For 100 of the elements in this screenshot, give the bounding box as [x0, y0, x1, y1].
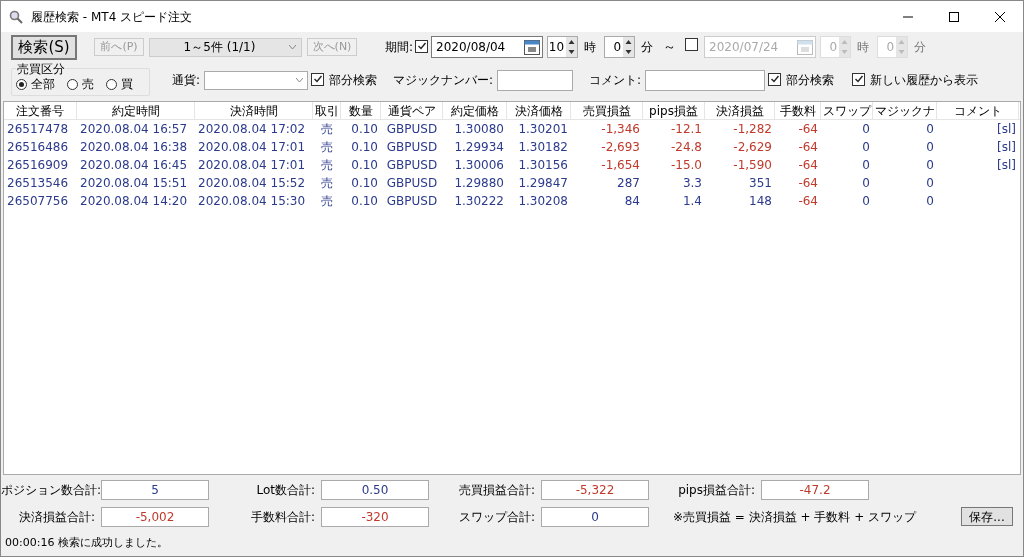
comment-label: コメント: — [589, 72, 642, 89]
table-cell-text: 2020.08.04 17:01 — [197, 157, 307, 174]
table-cell-text: -64 — [797, 193, 819, 210]
search-icon — [9, 9, 23, 24]
table-cell-text: 売 — [320, 193, 334, 210]
table-cell-text: 0 — [861, 175, 871, 192]
table-cell-text: 26513546 — [6, 175, 70, 192]
minute-spinner[interactable]: 0 — [604, 36, 636, 58]
comment-field[interactable] — [645, 69, 766, 91]
column-header[interactable]: 売買損益 — [571, 102, 643, 119]
table-cell-text: 0 — [925, 157, 935, 174]
table-cell-text: 1.29880 — [453, 175, 505, 192]
table-cell-text: 0.10 — [350, 121, 379, 138]
table-cell-text: 0 — [861, 157, 871, 174]
column-header[interactable]: 決済損益 — [705, 102, 775, 119]
table-cell-text: -64 — [797, 139, 819, 156]
table-cell-text: 0 — [925, 193, 935, 210]
table-cell-text: 2020.08.04 15:30 — [197, 193, 307, 210]
column-header[interactable]: 取引 — [313, 102, 341, 119]
table-cell-text: GBPUSD — [385, 193, 439, 210]
spin-arrows-icon — [839, 37, 851, 57]
column-header[interactable]: 通貨ペア — [381, 102, 443, 119]
checkbox[interactable] — [768, 72, 782, 86]
table-cell-text: 26516909 — [6, 157, 70, 174]
table-cell-text: -1,282 — [732, 121, 773, 138]
total-label: 手数料合計: — [249, 508, 316, 526]
checkbox-label: 部分検索 — [329, 72, 378, 89]
page-select[interactable]: 1～5件 (1/1) — [149, 37, 302, 57]
period-label: 期間: — [385, 39, 414, 56]
magic-number-field[interactable] — [497, 69, 574, 91]
column-header[interactable]: pips損益 — [643, 102, 705, 119]
column-header[interactable]: スワップ — [821, 102, 873, 119]
table-cell-text: 2020.08.04 16:57 — [79, 121, 189, 138]
checkbox[interactable] — [415, 39, 429, 53]
table-cell-text: -2,693 — [600, 139, 641, 156]
table-cell-text: 0 — [861, 193, 871, 210]
column-header[interactable]: 数量 — [341, 102, 381, 119]
total-value: -5,322 — [541, 479, 649, 500]
date-field[interactable]: 2020/08/04 — [431, 36, 544, 58]
total-value: -320 — [321, 506, 429, 527]
table-cell-text: -1,590 — [732, 157, 773, 174]
radio-option[interactable]: 売 — [67, 75, 94, 93]
table-cell-text: 1.30080 — [453, 121, 505, 138]
total-label: Lot数合計: — [255, 481, 316, 499]
radio-option[interactable]: 全部 — [16, 75, 55, 93]
table-cell-text: 0 — [925, 139, 935, 156]
calendar-icon[interactable] — [524, 39, 541, 55]
table-cell-text: 2020.08.04 16:45 — [79, 157, 189, 174]
spin-arrows-icon — [623, 37, 635, 57]
table-cell-text: 2020.08.04 14:20 — [79, 193, 189, 210]
table-cell-text: 0 — [861, 121, 871, 138]
table-cell-text: [sl] — [996, 121, 1017, 138]
table-cell-text: 351 — [748, 175, 773, 192]
search-button[interactable]: 検索(S) — [11, 34, 77, 60]
table-cell-text: 2020.08.04 15:51 — [79, 175, 189, 192]
table-cell-text: GBPUSD — [385, 121, 439, 138]
total-label: pips損益合計: — [677, 481, 756, 499]
table-cell-text: 84 — [623, 193, 641, 210]
table-cell-text: 3.3 — [681, 175, 703, 192]
table-cell-text: 26517478 — [6, 121, 70, 138]
total-value: 0.50 — [321, 479, 429, 500]
column-header[interactable]: 約定価格 — [443, 102, 507, 119]
table-cell-text: 148 — [748, 193, 773, 210]
checkbox[interactable] — [685, 38, 699, 51]
table-cell-text: 1.30208 — [517, 193, 569, 210]
column-header[interactable]: 注文番号 — [4, 102, 77, 119]
table-cell-text: -64 — [797, 121, 819, 138]
checkbox[interactable] — [311, 72, 325, 86]
table-cell-text: 0 — [925, 121, 935, 138]
column-header[interactable]: 約定時間 — [77, 102, 195, 119]
checkbox[interactable] — [852, 72, 866, 86]
table-cell-text: 1.30182 — [517, 139, 569, 156]
table-cell-text: 売 — [320, 121, 334, 138]
table-cell-text: 1.29934 — [453, 139, 505, 156]
total-value: -47.2 — [761, 479, 869, 500]
table-cell-text: 287 — [616, 175, 641, 192]
table-cell-text: -64 — [797, 175, 819, 192]
column-header[interactable]: 手数料 — [775, 102, 821, 119]
table-cell-text: 1.29847 — [517, 175, 569, 192]
table-cell-text: 0 — [861, 139, 871, 156]
column-header[interactable]: マジックナ — [873, 102, 937, 119]
save-button[interactable]: 保存... — [961, 507, 1013, 526]
table-cell-text: -24.8 — [669, 139, 703, 156]
table-cell-text: -1,654 — [600, 157, 641, 174]
table-cell-text: GBPUSD — [385, 157, 439, 174]
table-cell-text: 2020.08.04 17:01 — [197, 139, 307, 156]
total-label: ポジション数合計: — [1, 481, 101, 499]
column-header[interactable]: 決済価格 — [507, 102, 571, 119]
table-cell-text: 1.30006 — [453, 157, 505, 174]
window-title: 履歴検索 - MT4 スピード注文 — [31, 8, 193, 26]
column-header[interactable]: コメント — [937, 102, 1019, 119]
hour-spinner[interactable]: 10 — [547, 36, 579, 58]
radio-option[interactable]: 買 — [106, 75, 133, 93]
table-cell-text: 0.10 — [350, 157, 379, 174]
column-header[interactable]: 決済時間 — [195, 102, 313, 119]
checkbox-label: 新しい履歴から表示 — [870, 72, 979, 89]
table-cell-text: 0.10 — [350, 139, 379, 156]
total-value: -5,002 — [101, 506, 209, 527]
caret-icon — [296, 78, 304, 82]
table-cell-text: 売 — [320, 139, 334, 156]
